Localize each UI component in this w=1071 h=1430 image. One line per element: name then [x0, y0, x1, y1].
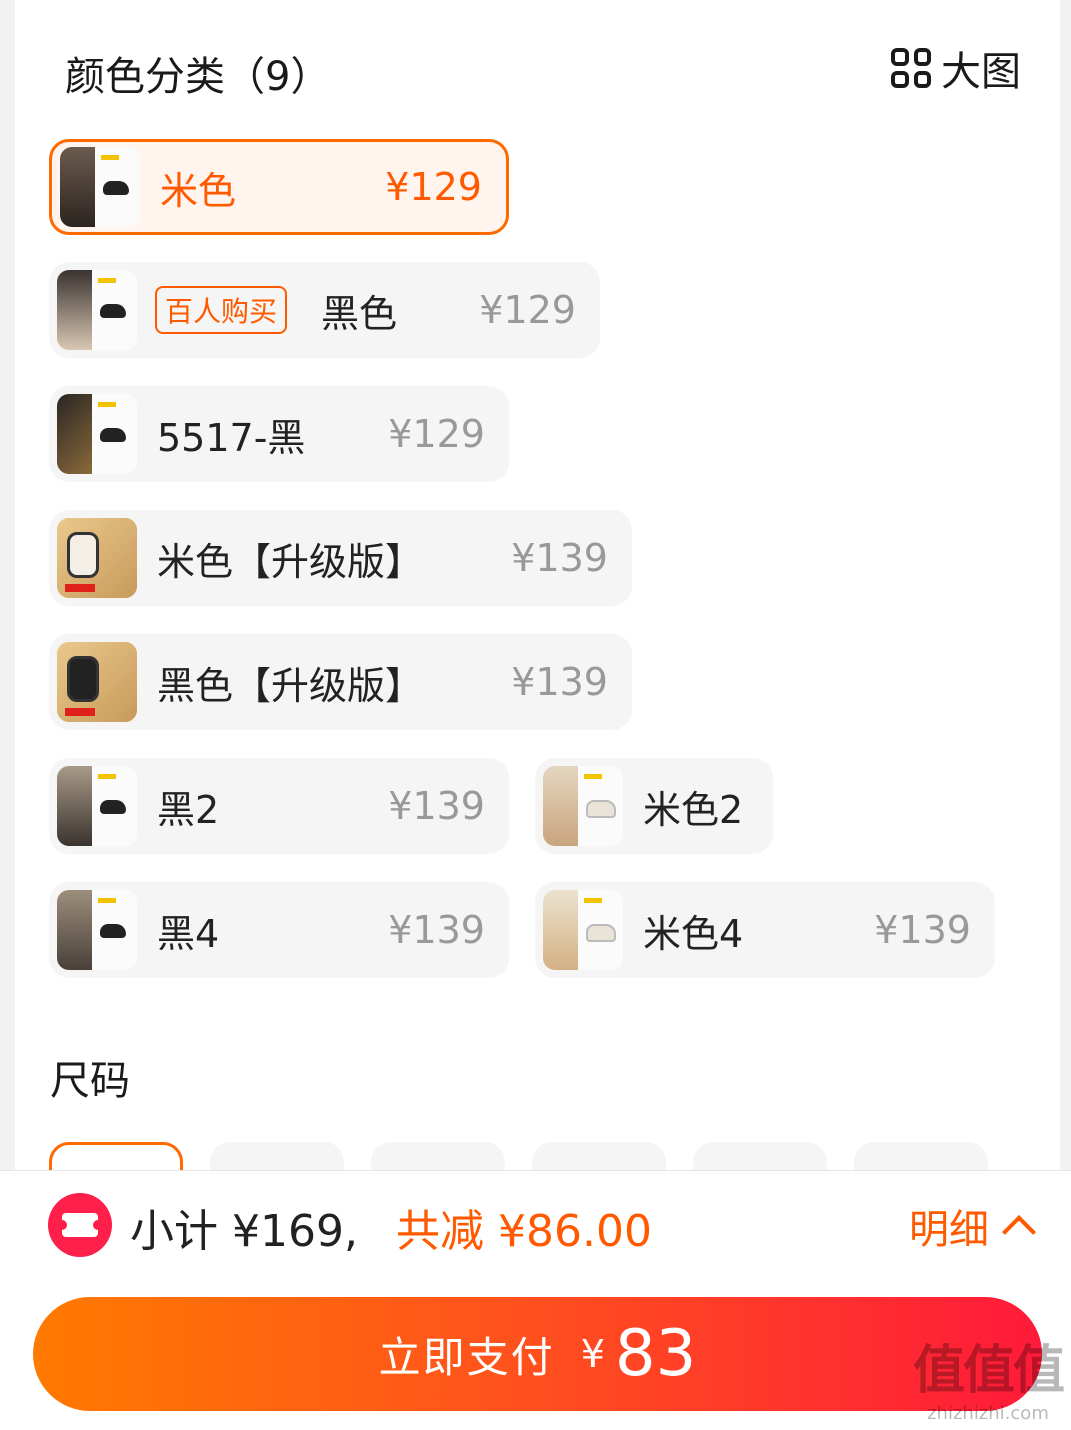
watermark-site: zhizhizhi.com — [927, 1403, 1049, 1424]
popular-badge: 百人购买 — [155, 286, 288, 334]
subtotal-text: 小计 ¥169, — [130, 1206, 358, 1257]
product-thumbnail — [57, 890, 137, 970]
big-view-label: 大图 — [941, 49, 1021, 95]
color-option-price: ¥139 — [511, 536, 608, 580]
product-thumbnail — [57, 642, 137, 722]
color-option-label: 米色2 — [643, 787, 744, 832]
color-option-label: 黑2 — [157, 787, 220, 832]
color-option-price: ¥129 — [388, 412, 485, 456]
product-thumbnail — [543, 890, 623, 970]
color-section-title: 颜色分类（9） — [65, 54, 331, 100]
color-option-label: 黑色【升级版】 — [157, 663, 424, 708]
color-option-beige-upgraded[interactable]: 米色【升级版】 ¥139 — [49, 510, 632, 606]
color-option-price: ¥139 — [388, 784, 485, 828]
checkout-footer: 小计 ¥169, 共减 ¥86.00 明细 立即支付 ¥ 83 值值值 zhiz… — [0, 1170, 1071, 1430]
grid-icon — [891, 48, 931, 88]
detail-label: 明细 — [909, 1207, 989, 1253]
color-option-price: ¥129 — [385, 165, 482, 209]
color-option-5517-black[interactable]: 5517-黑 ¥129 — [49, 386, 509, 482]
product-thumbnail — [57, 766, 137, 846]
discount-text: 共减 ¥86.00 — [396, 1206, 652, 1257]
product-thumbnail — [57, 394, 137, 474]
product-thumbnail — [57, 270, 137, 350]
big-view-button[interactable]: 大图 — [891, 44, 1021, 95]
product-thumbnail — [60, 147, 140, 227]
pay-now-label: 立即支付 — [378, 1332, 555, 1382]
color-option-price: ¥139 — [388, 908, 485, 952]
color-option-black-upgraded[interactable]: 黑色【升级版】 ¥139 — [49, 634, 632, 730]
color-option-label: 黑4 — [157, 911, 220, 956]
coupon-icon — [48, 1193, 112, 1257]
pay-amount: 83 — [614, 1317, 697, 1391]
color-option-label: 米色 — [160, 168, 237, 213]
site-watermark: 值值值 zhizhizhi.com — [912, 1328, 1065, 1424]
color-option-beige-2[interactable]: 米色2 — [535, 758, 773, 854]
chevron-up-icon — [1002, 1215, 1036, 1249]
color-option-beige-4[interactable]: 米色4 ¥139 — [535, 882, 995, 978]
color-option-black-4[interactable]: 黑4 ¥139 — [49, 882, 509, 978]
color-option-label: 米色【升级版】 — [157, 539, 424, 584]
color-option-price: ¥139 — [511, 660, 608, 704]
color-option-label: 米色4 — [643, 911, 744, 956]
color-option-price: ¥139 — [874, 908, 971, 952]
color-option-label: 5517-黑 — [157, 415, 306, 460]
color-option-price: ¥129 — [479, 288, 576, 332]
pay-now-button[interactable]: 立即支付 ¥ 83 — [33, 1297, 1042, 1411]
size-section-title: 尺码 — [50, 1058, 130, 1104]
color-option-beige[interactable]: 米色 ¥129 — [49, 139, 509, 235]
color-option-black[interactable]: 百人购买 黑色 ¥129 — [49, 262, 600, 358]
product-thumbnail — [57, 518, 137, 598]
watermark-logo: 值值值 — [912, 1341, 1065, 1401]
color-option-black-2[interactable]: 黑2 ¥139 — [49, 758, 509, 854]
pay-currency: ¥ — [580, 1332, 605, 1376]
product-thumbnail — [543, 766, 623, 846]
price-detail-toggle[interactable]: 明细 — [909, 1197, 1036, 1255]
color-option-label: 黑色 — [321, 291, 398, 336]
